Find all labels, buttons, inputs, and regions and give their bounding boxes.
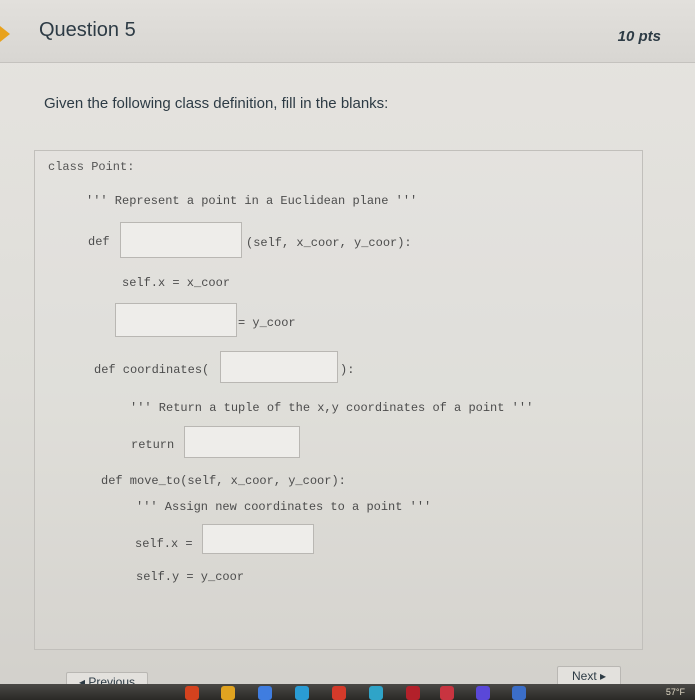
code-self-x-eq: self.x = xyxy=(135,537,193,551)
code-def-move-to: def move_to(self, x_coor, y_coor): xyxy=(101,474,346,488)
app-icon[interactable] xyxy=(512,686,526,700)
question-title: Question 5 xyxy=(39,19,136,41)
code-return-keyword: return xyxy=(131,438,175,452)
code-self-x-assign: self.x = x_coor xyxy=(122,276,231,290)
app-icon[interactable] xyxy=(221,686,235,700)
code-def-keyword: def xyxy=(88,235,110,249)
return-value-blank[interactable] xyxy=(184,426,300,458)
app-icon[interactable] xyxy=(185,686,199,700)
app-icon[interactable] xyxy=(476,686,490,700)
code-init-params: (self, x_coor, y_coor): xyxy=(246,236,412,250)
question-prompt: Given the following class definition, fi… xyxy=(44,95,389,112)
code-docstring-coordinates: ''' Return a tuple of the x,y coordinate… xyxy=(130,401,534,415)
code-close-paren: ): xyxy=(340,363,355,377)
next-button[interactable]: Next ▸ xyxy=(557,666,621,686)
code-y-coor-rhs: = y_coor xyxy=(238,316,296,330)
quiz-page: Question 5 10 pts Given the following cl… xyxy=(0,0,695,700)
app-icon[interactable] xyxy=(369,686,383,700)
code-self-y-assign: self.y = y_coor xyxy=(136,570,245,584)
code-def-coordinates: def coordinates( xyxy=(94,363,210,377)
app-icon[interactable] xyxy=(406,686,420,700)
code-docstring-class: ''' Represent a point in a Euclidean pla… xyxy=(86,194,418,208)
weather-temperature: 57°F xyxy=(665,687,685,697)
question-points: 10 pts xyxy=(617,28,661,45)
taskbar xyxy=(0,684,695,700)
app-icon[interactable] xyxy=(440,686,454,700)
app-icon[interactable] xyxy=(258,686,272,700)
init-name-blank[interactable] xyxy=(120,222,242,258)
app-icon[interactable] xyxy=(332,686,346,700)
question-marker-icon xyxy=(0,26,10,42)
app-icon[interactable] xyxy=(295,686,309,700)
move-x-value-blank[interactable] xyxy=(202,524,314,554)
code-docstring-move-to: ''' Assign new coordinates to a point ''… xyxy=(136,500,432,514)
self-y-target-blank[interactable] xyxy=(115,303,237,337)
question-header: Question 5 10 pts xyxy=(0,0,695,63)
coordinates-param-blank[interactable] xyxy=(220,351,338,383)
